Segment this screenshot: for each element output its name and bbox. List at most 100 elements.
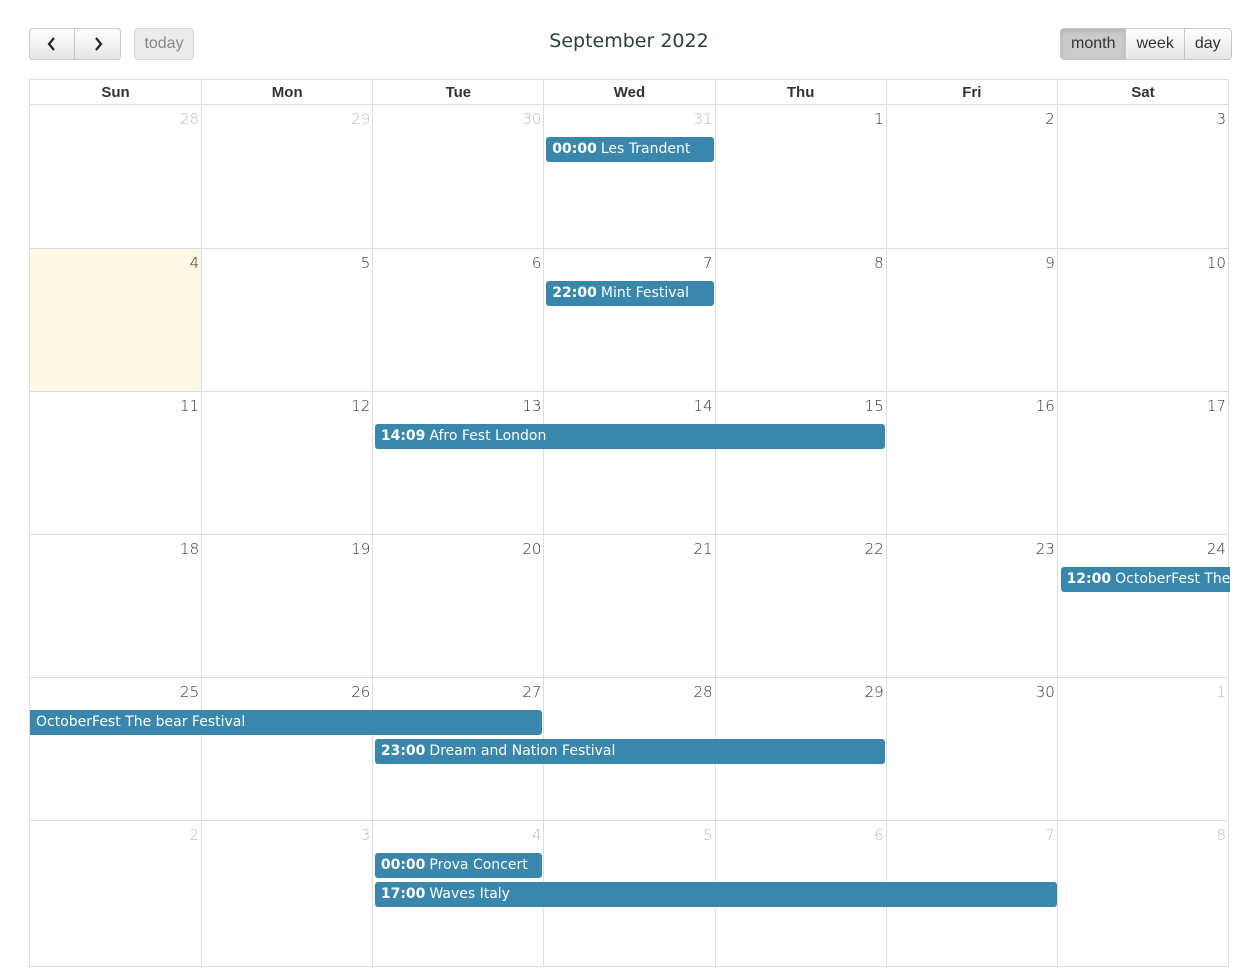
day-number[interactable]: 9 [1045, 254, 1055, 272]
day-number[interactable]: 8 [874, 254, 884, 272]
day-cell[interactable]: 9 [885, 249, 1057, 391]
day-number[interactable]: 5 [361, 254, 371, 272]
day-cell[interactable]: 20 [372, 535, 543, 677]
day-cell[interactable]: 6 [372, 249, 543, 391]
day-number[interactable]: 4 [532, 826, 542, 844]
day-cell-today[interactable]: 4 [30, 249, 202, 391]
event-time: 00:00 [552, 141, 597, 157]
day-number[interactable]: 30 [1036, 683, 1055, 701]
day-number[interactable]: 6 [874, 826, 884, 844]
day-cell[interactable]: 5 [201, 249, 372, 391]
day-cell[interactable]: 2 [30, 821, 201, 966]
day-number[interactable]: 20 [522, 540, 541, 558]
day-number[interactable]: 2 [1045, 110, 1055, 128]
day-cell[interactable]: 21 [543, 535, 714, 677]
day-number[interactable]: 10 [1207, 254, 1226, 272]
day-cell[interactable]: 24 [1056, 535, 1228, 677]
calendar-toolbar: today September 2022 month week day [0, 0, 1258, 79]
day-cell[interactable]: 31 [543, 105, 714, 248]
day-cell[interactable]: 26 [201, 678, 372, 820]
day-cell[interactable]: 12 [201, 392, 372, 534]
day-cell[interactable]: 25 [30, 678, 201, 820]
day-number[interactable]: 11 [180, 397, 199, 415]
day-number[interactable]: 19 [351, 540, 370, 558]
day-number[interactable]: 31 [693, 110, 712, 128]
day-cell[interactable]: 29 [201, 105, 372, 248]
event-title: Prova Concert [429, 857, 528, 873]
day-number[interactable]: 16 [1036, 397, 1055, 415]
day-number[interactable]: 26 [351, 683, 370, 701]
day-cell[interactable]: 16 [885, 392, 1057, 534]
day-number[interactable]: 21 [693, 540, 712, 558]
day-cell[interactable]: 15 [714, 392, 886, 534]
calendar-event[interactable]: 17:00 Waves Italy [374, 882, 1057, 907]
day-cell[interactable]: 30 [885, 678, 1057, 820]
calendar-event[interactable]: 23:00 Dream and Nation Festival [374, 739, 886, 764]
day-cell[interactable]: 23 [885, 535, 1057, 677]
view-week-button[interactable]: week [1126, 28, 1185, 60]
day-number[interactable]: 3 [1216, 110, 1226, 128]
day-cell[interactable]: 3 [1056, 105, 1228, 248]
day-cell[interactable]: 30 [372, 105, 543, 248]
event-title: OctoberFest The bear Festival [36, 714, 246, 730]
day-number[interactable]: 15 [865, 397, 884, 415]
day-number[interactable]: 6 [532, 254, 542, 272]
calendar-event[interactable]: OctoberFest The bear Festival [30, 710, 543, 735]
day-number[interactable]: 18 [180, 540, 199, 558]
day-cell[interactable]: 17 [1056, 392, 1228, 534]
day-number[interactable]: 4 [190, 254, 200, 272]
day-number[interactable]: 25 [180, 683, 199, 701]
day-number[interactable]: 2 [190, 826, 200, 844]
day-number[interactable]: 3 [361, 826, 371, 844]
day-number[interactable]: 29 [351, 110, 370, 128]
day-cell[interactable]: 22 [714, 535, 886, 677]
calendar-event[interactable]: 00:00 Prova Concert [374, 853, 543, 878]
day-number[interactable]: 29 [865, 683, 884, 701]
view-month-button[interactable]: month [1060, 28, 1127, 60]
day-number[interactable]: 12 [351, 397, 370, 415]
day-cell[interactable]: 8 [714, 249, 886, 391]
day-number[interactable]: 1 [1216, 683, 1226, 701]
day-cell[interactable]: 8 [1056, 821, 1228, 966]
view-day-button[interactable]: day [1184, 28, 1232, 60]
day-number[interactable]: 23 [1036, 540, 1055, 558]
day-cell[interactable]: 3 [201, 821, 372, 966]
week-days: 18 19 20 21 22 23 24 [30, 535, 1228, 677]
day-cell[interactable]: 2 [885, 105, 1057, 248]
weekday-fri: Fri [885, 80, 1057, 105]
day-number[interactable]: 7 [1045, 826, 1055, 844]
day-cell[interactable]: 11 [30, 392, 201, 534]
weekday-mon: Mon [201, 80, 372, 105]
day-number[interactable]: 14 [693, 397, 712, 415]
day-cell[interactable]: 19 [201, 535, 372, 677]
calendar-event[interactable]: 00:00 Les Trandent [546, 137, 714, 162]
day-cell[interactable]: 10 [1056, 249, 1228, 391]
day-cell[interactable]: 28 [30, 105, 201, 248]
calendar-event[interactable]: 22:00 Mint Festival [546, 281, 714, 306]
day-cell[interactable]: 1 [714, 105, 886, 248]
day-cell[interactable]: 7 [543, 249, 714, 391]
day-number[interactable]: 17 [1207, 397, 1226, 415]
day-number[interactable]: 8 [1216, 826, 1226, 844]
day-number[interactable]: 1 [874, 110, 884, 128]
day-cell[interactable]: 14 [543, 392, 714, 534]
day-number[interactable]: 7 [703, 254, 713, 272]
calendar-event[interactable]: 12:00OctoberFest The bear Festival [1060, 567, 1230, 592]
day-number[interactable]: 28 [180, 110, 199, 128]
day-cell[interactable]: 13 [372, 392, 543, 534]
day-number[interactable]: 30 [522, 110, 541, 128]
month-grid: Sun Mon Tue Wed Thu Fri Sat 28 29 30 31 1 2 3 00:00 Le… [29, 79, 1230, 967]
day-number[interactable]: 5 [703, 826, 713, 844]
day-number[interactable]: 28 [693, 683, 712, 701]
day-number[interactable]: 24 [1207, 540, 1226, 558]
event-title: Afro Fest London [429, 428, 547, 444]
week-row: 11 12 13 14 15 16 17 14:09 Afro Fest London [30, 391, 1228, 534]
day-number[interactable]: 27 [522, 683, 541, 701]
day-cell[interactable]: 18 [30, 535, 201, 677]
day-number[interactable]: 22 [865, 540, 884, 558]
day-number[interactable]: 13 [522, 397, 541, 415]
event-time: 23:00 [380, 743, 426, 759]
day-cell[interactable]: 1 [1056, 678, 1228, 820]
weekday-header: Sun Mon Tue Wed Thu Fri Sat [29, 79, 1229, 105]
calendar-event[interactable]: 14:09 Afro Fest London [374, 424, 886, 449]
